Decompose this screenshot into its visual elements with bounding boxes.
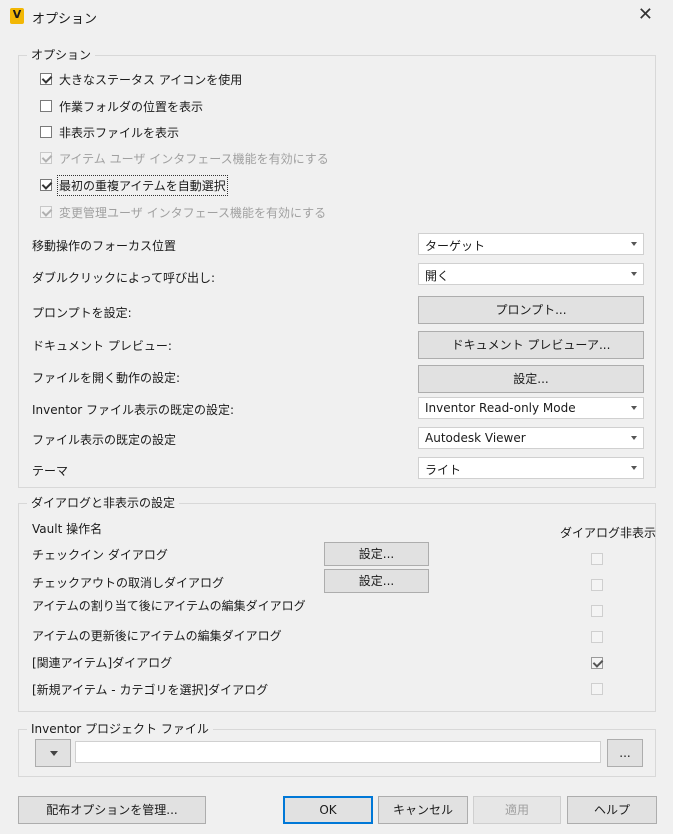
move-focus-select[interactable]: ターゲット	[418, 233, 644, 255]
options-group-title: オプション	[27, 48, 96, 62]
inventor-default-select[interactable]: Inventor Read-only Mode	[418, 397, 644, 419]
file-view-default-select[interactable]: Autodesk Viewer	[418, 427, 644, 449]
suppress-dialog-header: ダイアログ非表示	[560, 526, 657, 540]
checkbox-box[interactable]	[40, 126, 52, 138]
ok-button[interactable]: OK	[283, 796, 373, 824]
prompt-button[interactable]: プロンプト...	[418, 296, 644, 324]
file-view-default-label: ファイル表示の既定の設定	[32, 433, 177, 447]
suppress-checkbox	[591, 657, 603, 669]
checkbox-box[interactable]	[40, 100, 52, 112]
chevron-down-icon	[631, 436, 637, 440]
close-icon[interactable]: ✕	[638, 4, 653, 25]
dialog-row-label: [関連アイテム]ダイアログ	[32, 656, 173, 670]
checkbox-label: 非表示ファイルを表示	[59, 125, 180, 140]
doc-preview-label: ドキュメント プレビュー:	[32, 339, 172, 353]
checkbox-box[interactable]	[40, 73, 52, 85]
dialogs-group-title: ダイアログと非表示の設定	[27, 496, 180, 510]
dialog-row-label: チェックアウトの取消しダイアログ	[32, 576, 225, 590]
vault-app-icon: V	[10, 8, 24, 24]
checkbox-show-working-folder[interactable]: 作業フォルダの位置を表示	[40, 98, 203, 114]
window-title: オプション	[32, 12, 98, 27]
checkbox-change-mgmt-ui: 変更管理ユーザ インタフェース機能を有効にする	[40, 204, 326, 220]
checkbox-label: 大きなステータス アイコンを使用	[59, 72, 243, 87]
triangle-down-icon	[50, 751, 58, 756]
checkbox-large-status-icons[interactable]: 大きなステータス アイコンを使用	[40, 71, 242, 87]
chevron-down-icon	[631, 272, 637, 276]
dialog-row-label: アイテムの更新後にアイテムの編集ダイアログ	[32, 629, 282, 643]
chevron-down-icon	[631, 466, 637, 470]
suppress-checkbox	[591, 683, 603, 695]
checkbox-box	[40, 152, 52, 164]
select-value: Inventor Read-only Mode	[425, 401, 576, 415]
suppress-checkbox	[591, 553, 603, 565]
chevron-down-icon	[631, 406, 637, 410]
manage-distribution-button[interactable]: 配布オプションを管理...	[18, 796, 206, 824]
checkbox-auto-select-duplicate[interactable]: 最初の重複アイテムを自動選択	[40, 174, 228, 196]
checkbox-label: 変更管理ユーザ インタフェース機能を有効にする	[59, 205, 327, 220]
dialog-row-label: チェックイン ダイアログ	[32, 548, 168, 562]
browse-button[interactable]: ...	[607, 739, 643, 767]
checkbox-label: アイテム ユーザ インタフェース機能を有効にする	[59, 151, 329, 166]
theme-label: テーマ	[32, 464, 69, 478]
checkbox-show-hidden-files[interactable]: 非表示ファイルを表示	[40, 124, 179, 140]
select-value: ターゲット	[425, 239, 486, 253]
project-dropdown-button[interactable]	[35, 739, 71, 767]
checkbox-box[interactable]	[40, 179, 52, 191]
project-path-input[interactable]	[75, 741, 601, 763]
help-button[interactable]: ヘルプ	[567, 796, 657, 824]
select-value: Autodesk Viewer	[425, 431, 526, 445]
checkbox-label: 作業フォルダの位置を表示	[59, 99, 204, 114]
theme-select[interactable]: ライト	[418, 457, 644, 479]
double-click-select[interactable]: 開く	[418, 263, 644, 285]
checkin-settings-button[interactable]: 設定...	[324, 542, 429, 566]
prompt-label: プロンプトを設定:	[32, 306, 132, 320]
apply-button: 適用	[473, 796, 561, 824]
select-value: 開く	[425, 269, 450, 283]
doc-previewer-button[interactable]: ドキュメント プレビューア...	[418, 331, 644, 359]
checkbox-item-ui: アイテム ユーザ インタフェース機能を有効にする	[40, 150, 329, 166]
title-bar: V オプション ✕	[0, 0, 673, 33]
inventor-default-label: Inventor ファイル表示の既定の設定:	[32, 403, 235, 417]
move-focus-label: 移動操作のフォーカス位置	[32, 239, 177, 253]
checkbox-label: 最初の重複アイテムを自動選択	[57, 174, 228, 196]
file-open-label: ファイルを開く動作の設定:	[32, 371, 181, 385]
vault-operation-header: Vault 操作名	[32, 522, 103, 536]
inventor-project-group-title: Inventor プロジェクト ファイル	[27, 722, 213, 736]
suppress-checkbox	[591, 605, 603, 617]
undo-checkout-settings-button[interactable]: 設定...	[324, 569, 429, 593]
double-click-label: ダブルクリックによって呼び出し:	[32, 271, 216, 285]
checkbox-box	[40, 206, 52, 218]
cancel-button[interactable]: キャンセル	[378, 796, 468, 824]
chevron-down-icon	[631, 242, 637, 246]
suppress-checkbox	[591, 579, 603, 591]
dialog-row-label: アイテムの割り当て後にアイテムの編集ダイアログ	[32, 599, 306, 613]
select-value: ライト	[425, 463, 462, 477]
dialog-row-label: [新規アイテム - カテゴリを選択]ダイアログ	[32, 683, 269, 697]
suppress-checkbox	[591, 631, 603, 643]
file-open-settings-button[interactable]: 設定...	[418, 365, 644, 393]
